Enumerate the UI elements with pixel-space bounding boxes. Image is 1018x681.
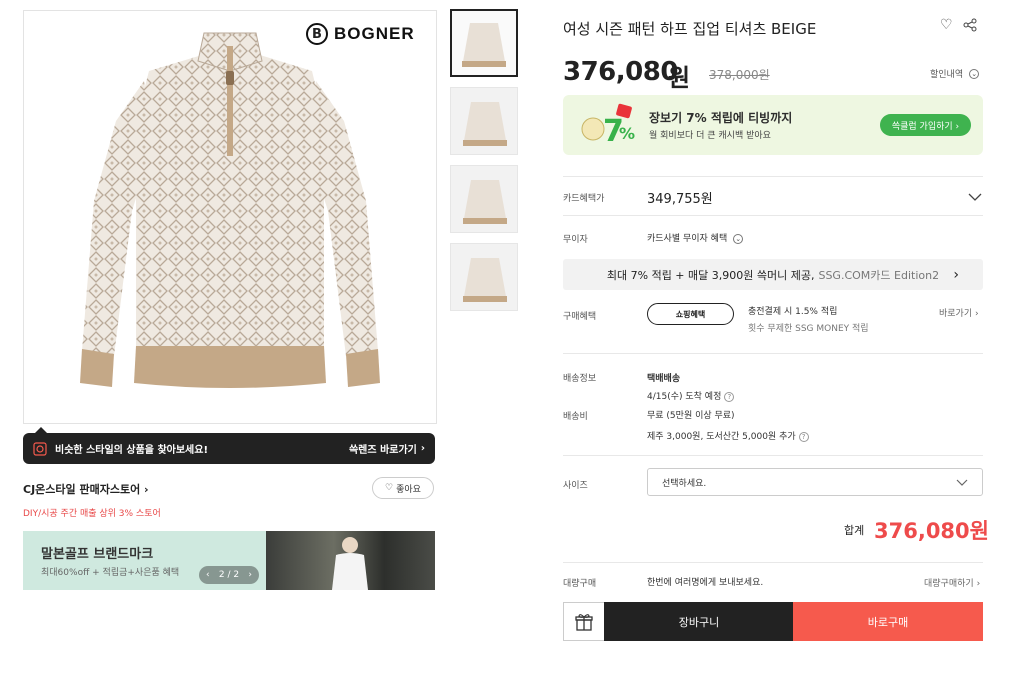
thumbnail-image <box>452 11 516 75</box>
shipping-eta: 4/15(수) 도착 예정? <box>647 389 735 402</box>
sale-price-unit: 원 <box>668 64 691 92</box>
shipping-extra-text: 제주 3,000원, 도서산간 5,000원 추가 <box>647 432 796 442</box>
shipping-eta-text: 4/15(수) 도착 예정 <box>647 392 722 402</box>
benefit-bar-main: 최대 7% 적립 + 매달 3,900원 쓱머니 제공, <box>606 268 815 282</box>
shipping-extra: 제주 3,000원, 도서산간 5,000원 추가? <box>647 429 809 442</box>
purchase-benefit-label: 구매혜택 <box>563 312 597 322</box>
divider <box>563 215 983 216</box>
card-benefit-banner[interactable]: 최대 7% 적립 + 매달 3,900원 쓱머니 제공, SSG.COM카드 E… <box>563 259 983 290</box>
club-join-button[interactable]: 쓱클럽 가입하기 › <box>880 114 971 136</box>
thumbnail-image <box>451 166 517 232</box>
like-button[interactable]: ♡ 좋아요 <box>372 477 434 499</box>
chevron-right-icon: › <box>953 266 959 283</box>
gift-button[interactable] <box>563 602 605 641</box>
product-title: 여성 시즌 패턴 하프 집업 티셔츠 BEIGE <box>563 20 817 38</box>
style-search-text: 비슷한 스타일의 상품을 찾아보세요! <box>55 445 209 456</box>
help-icon[interactable]: ? <box>798 431 809 442</box>
banner-title: 말본골프 브랜드마크 <box>41 547 154 562</box>
wishlist-heart-icon[interactable]: ♡ <box>940 17 953 33</box>
chevron-right-icon: › <box>975 309 979 319</box>
total-label: 합계 <box>844 524 865 537</box>
thumbnail-2[interactable] <box>450 87 518 155</box>
seven-percent-icon: 7 % <box>581 103 635 147</box>
share-icon[interactable] <box>963 18 977 32</box>
card-benefit-price: 349,755원 <box>647 192 713 207</box>
chevron-down-icon[interactable] <box>968 192 982 202</box>
bulk-text: 한번에 여러명에게 보내보세요. <box>647 578 764 588</box>
chevron-right-icon: › <box>144 483 149 496</box>
heart-icon: ♡ <box>385 483 394 493</box>
size-select-value: 선택하세요. <box>662 478 707 489</box>
bulk-label: 대량구매 <box>563 579 597 589</box>
banner-photo <box>266 531 435 590</box>
style-search-bar[interactable]: 비슷한 스타일의 상품을 찾아보세요! 쓱렌즈 바로가기 › <box>23 427 435 464</box>
svg-text:%: % <box>619 124 635 143</box>
shipping-fee-label: 배송비 <box>563 412 588 422</box>
promo-headline: 장보기 7% 적립에 티빙까지 <box>649 111 793 125</box>
main-product-image[interactable] <box>23 10 437 424</box>
brand-logo: B BOGNER <box>306 22 415 46</box>
banner-pager[interactable]: ‹ 2 / 2 › <box>199 566 259 584</box>
thumbnail-4[interactable] <box>450 243 518 311</box>
discount-info-label: 할인내역 <box>930 70 964 80</box>
thumbnail-3[interactable] <box>450 165 518 233</box>
divider <box>563 455 983 456</box>
size-label: 사이즈 <box>563 481 588 491</box>
buy-now-button[interactable]: 바로구매 <box>793 602 983 641</box>
store-subtitle: DIY/시공 주간 매출 상위 3% 스토어 <box>23 509 161 519</box>
bulk-link-label: 대량구매하기 <box>924 579 974 589</box>
store-name-link[interactable]: CJ온스타일 판매자스토어 › <box>23 481 149 497</box>
installment-value[interactable]: 카드사별 무이자 혜택 ⌄ <box>647 231 744 244</box>
like-label: 좋아요 <box>396 484 421 495</box>
benefit-more-label: 바로가기 <box>939 309 973 319</box>
divider <box>563 353 983 354</box>
shopping-benefit-button[interactable]: 쇼핑혜택 <box>647 303 734 325</box>
chevron-down-circle-icon: ⌄ <box>733 233 744 244</box>
camera-lens-icon <box>33 441 47 456</box>
banner-subtitle: 최대60%off + 적립금+사은품 혜택 <box>41 568 180 578</box>
add-to-cart-button[interactable]: 장바구니 <box>604 602 794 641</box>
size-select[interactable]: 선택하세요. <box>647 468 983 496</box>
gift-icon <box>575 613 593 631</box>
thumbnail-image <box>451 88 517 154</box>
bulk-purchase-link[interactable]: 대량구매하기 › <box>924 576 980 589</box>
store-name: CJ온스타일 판매자스토어 <box>23 483 141 496</box>
brand-logo-text: BOGNER <box>334 24 415 43</box>
prev-arrow-icon[interactable]: ‹ <box>206 570 210 580</box>
promo-banner[interactable]: 말본골프 브랜드마크 최대60%off + 적립금+사은품 혜택 ‹ 2 / 2… <box>23 531 435 590</box>
style-search-link[interactable]: 쓱렌즈 바로가기 <box>349 441 417 456</box>
benefit-more-link[interactable]: 바로가기 › <box>939 306 979 319</box>
total-price: 376,080원 <box>874 519 989 543</box>
chevron-down-icon <box>956 479 968 486</box>
installment-label: 무이자 <box>563 235 588 245</box>
banner-page-indicator: 2 / 2 <box>218 570 240 580</box>
sale-price: 376,080 <box>563 57 678 87</box>
chevron-down-circle-icon: ⌄ <box>969 68 980 79</box>
benefit-bar-card: SSG.COM카드 Edition2 <box>818 268 940 282</box>
thumbnail-1[interactable] <box>450 9 518 77</box>
chevron-right-icon: › <box>420 443 425 454</box>
shirt-illustration <box>80 32 380 388</box>
club-promo-box[interactable]: 7 % 장보기 7% 적립에 티빙까지 월 회비보다 더 큰 캐시백 받아요 쓱… <box>563 95 983 155</box>
shipping-label: 배송정보 <box>563 374 597 384</box>
benefit-line-2: 횟수 무제한 SSG MONEY 적립 <box>748 324 869 334</box>
chevron-right-icon: › <box>976 579 981 589</box>
promo-subline: 월 회비보다 더 큰 캐시백 받아요 <box>649 131 771 141</box>
help-icon[interactable]: ? <box>724 391 735 402</box>
thumbnail-image <box>451 244 517 310</box>
shipping-fee: 무료 (5만원 이상 무료) <box>647 411 735 421</box>
benefit-line-1: 충전결제 시 1.5% 적립 <box>748 307 838 317</box>
next-arrow-icon[interactable]: › <box>248 570 252 580</box>
card-benefit-label: 카드혜택가 <box>563 194 605 204</box>
original-price: 378,000원 <box>709 68 770 82</box>
installment-text: 카드사별 무이자 혜택 <box>647 234 728 244</box>
brand-logo-mark: B <box>306 23 328 45</box>
divider <box>563 562 983 563</box>
discount-info-link[interactable]: 할인내역 ⌄ <box>930 67 980 80</box>
shipping-type: 택배배송 <box>647 374 681 384</box>
divider <box>563 176 983 177</box>
